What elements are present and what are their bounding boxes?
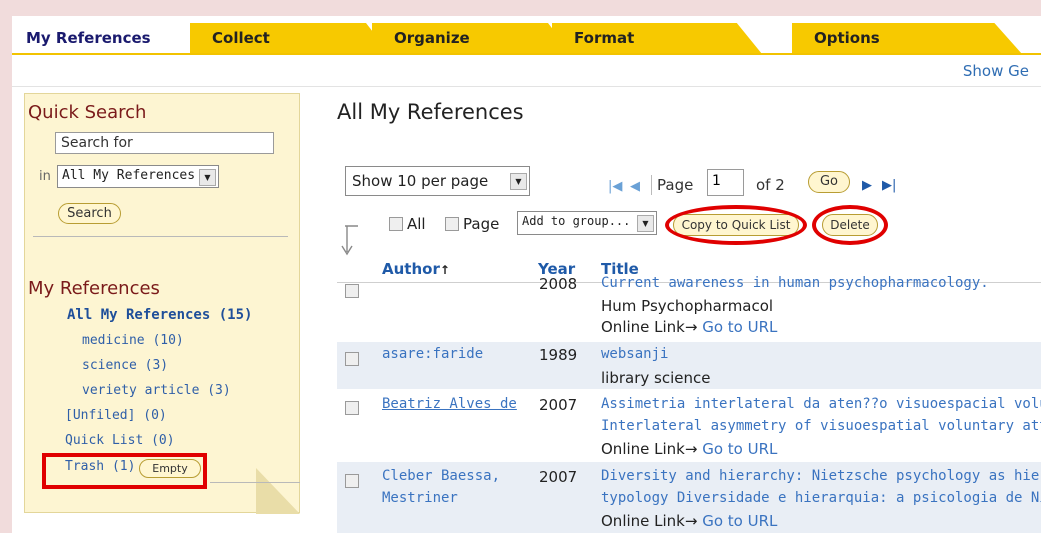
row-checkbox[interactable] <box>345 284 359 298</box>
go-button[interactable]: Go <box>808 171 850 193</box>
tab-label: Options <box>814 29 880 47</box>
select-all-checkbox[interactable] <box>389 217 403 231</box>
show-getting-started-link[interactable]: Show Ge <box>963 62 1029 80</box>
next-page-icon[interactable]: ▶ <box>862 178 872 193</box>
go-to-url-link[interactable]: Go to URL <box>702 440 777 458</box>
arrow-right-icon: → <box>684 318 698 336</box>
row-author[interactable]: asare:faride <box>382 346 483 362</box>
go-to-url-link[interactable]: Go to URL <box>702 512 777 530</box>
highlight-box <box>42 453 207 489</box>
page-check-label: Page <box>463 215 500 233</box>
row-link: Online Link→ Go to URL <box>601 318 777 336</box>
sort-arrow-icon: ↑ <box>439 263 450 277</box>
my-references-title: My References <box>28 278 160 299</box>
all-label: All <box>407 215 426 233</box>
go-to-url-link[interactable]: Go to URL <box>702 318 777 336</box>
sidebar-item-all-references[interactable]: All My References (15) <box>67 307 252 323</box>
in-label: in <box>39 169 51 184</box>
highlight-oval <box>665 205 807 245</box>
row-title-translation[interactable]: Interlateral asymmetry of visuoespatial … <box>601 418 1041 434</box>
row-author[interactable]: Cleber Baessa, <box>382 468 500 484</box>
online-link-label: Online Link <box>601 318 685 336</box>
select-page-checkbox[interactable] <box>445 217 459 231</box>
sidebar-item-group[interactable]: veriety article (3) <box>82 383 231 398</box>
per-page-select[interactable]: Show 10 per page ▼ <box>345 166 530 196</box>
scope-select-value: All My References <box>62 168 196 183</box>
row-checkbox[interactable] <box>345 352 359 366</box>
chevron-down-icon: ▼ <box>637 215 654 232</box>
row-title[interactable]: Current awareness in human psychopharmac… <box>601 275 989 291</box>
divider <box>12 86 1041 87</box>
row-title[interactable]: websanji <box>601 346 668 362</box>
row-year: 1989 <box>539 346 578 364</box>
sidebar-corner-fold <box>256 468 300 514</box>
row-title[interactable]: Assimetria interlateral da aten??o visuo… <box>601 396 1041 412</box>
column-author[interactable]: Author↑ <box>382 260 450 278</box>
arrow-right-icon: → <box>684 440 698 458</box>
online-link-label: Online Link <box>601 512 685 530</box>
tab-label: Format <box>574 29 635 47</box>
sidebar <box>24 93 300 513</box>
tab-label: My References <box>26 29 151 47</box>
online-link-label: Online Link <box>601 440 685 458</box>
quick-search-title: Quick Search <box>28 102 147 123</box>
sidebar-divider <box>210 482 300 483</box>
row-year: 2008 <box>539 275 578 293</box>
per-page-value: Show 10 per page <box>352 172 489 190</box>
page-number-input[interactable]: 1 <box>707 169 744 196</box>
add-to-group-value: Add to group... <box>522 214 631 228</box>
add-to-group-select[interactable]: Add to group... ▼ <box>517 211 657 235</box>
row-checkbox[interactable] <box>345 474 359 488</box>
sidebar-item-group[interactable]: science (3) <box>82 358 168 373</box>
tab-options[interactable]: Options <box>792 23 1022 54</box>
select-arrow-icon <box>341 225 358 256</box>
first-page-icon[interactable]: |◀ <box>608 179 622 194</box>
chevron-down-icon: ▼ <box>510 173 527 190</box>
divider <box>651 175 652 195</box>
scope-select[interactable]: All My References ▼ <box>57 165 219 188</box>
row-link: Online Link→ Go to URL <box>601 512 777 530</box>
row-title[interactable]: Diversity and hierarchy: Nietzsche psych… <box>601 468 1039 484</box>
prev-page-icon[interactable]: ◀ <box>630 179 640 194</box>
tab-label: Organize <box>394 29 470 47</box>
tab-format[interactable]: Format <box>552 23 762 54</box>
page-label: Page <box>657 176 694 194</box>
sidebar-divider <box>33 236 288 237</box>
row-source: library science <box>601 369 711 387</box>
tab-collect[interactable]: Collect <box>190 23 390 54</box>
sidebar-item-group[interactable]: medicine (10) <box>82 333 184 348</box>
column-author-label: Author <box>382 260 440 278</box>
chevron-down-icon: ▼ <box>199 169 216 186</box>
tab-label: Collect <box>212 29 270 47</box>
page-total: of 2 <box>756 176 785 194</box>
arrow-right-icon: → <box>684 512 698 530</box>
sidebar-item-unfiled[interactable]: [Unfiled] (0) <box>65 408 167 423</box>
row-source: Hum Psychopharmacol <box>601 297 774 315</box>
search-input[interactable]: Search for <box>55 132 274 154</box>
tab-organize[interactable]: Organize <box>372 23 572 54</box>
tab-my-references[interactable]: My References <box>12 23 190 54</box>
row-year: 2007 <box>539 468 578 486</box>
tab-underline <box>12 53 1041 55</box>
highlight-oval <box>812 205 888 245</box>
page-title: All My References <box>337 100 524 124</box>
row-author-line2[interactable]: Mestriner <box>382 490 458 506</box>
search-button[interactable]: Search <box>58 203 121 224</box>
window: Collect Organize Format Options My Refer… <box>12 16 1041 533</box>
row-title-translation[interactable]: typology Diversidade e hierarquia: a psi… <box>601 490 1041 506</box>
row-author[interactable]: Beatriz Alves de <box>382 396 517 412</box>
last-page-icon[interactable]: ▶| <box>882 178 896 193</box>
row-year: 2007 <box>539 396 578 414</box>
sidebar-item-quick-list[interactable]: Quick List (0) <box>65 433 175 448</box>
row-link: Online Link→ Go to URL <box>601 440 777 458</box>
tab-bar: Collect Organize Format Options My Refer… <box>12 16 1041 55</box>
row-checkbox[interactable] <box>345 401 359 415</box>
